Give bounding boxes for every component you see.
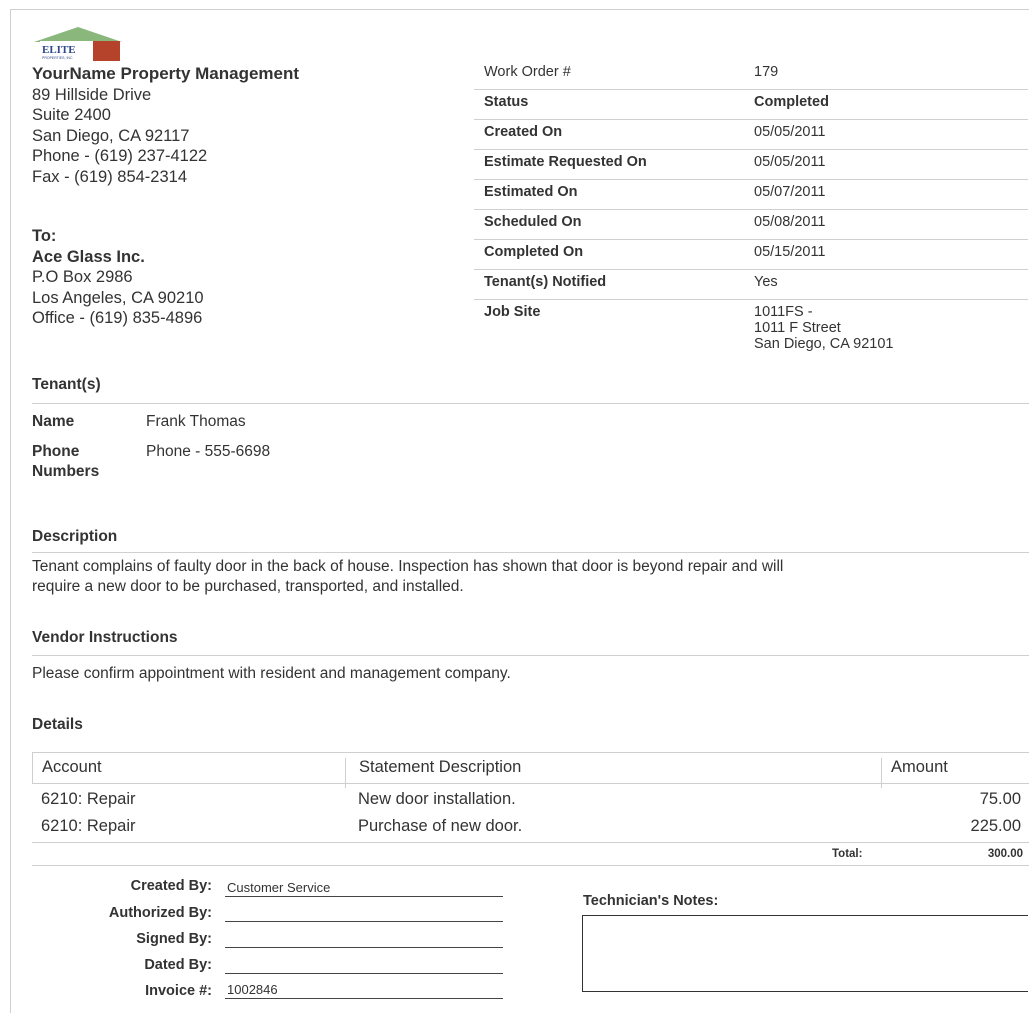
wo-row-number: Work Order # 179 (474, 60, 1028, 90)
wo-row-tenant-notified: Tenant(s) Notified Yes (474, 269, 1028, 300)
wo-label: Job Site (484, 304, 541, 320)
wo-label: Tenant(s) Notified (474, 269, 744, 300)
status-value: Completed (744, 89, 1028, 120)
company-fax: Fax - (619) 854-2314 (32, 167, 188, 186)
authorized-by-field[interactable] (225, 903, 503, 922)
recipient-info: To: Ace Glass Inc. P.O Box 2986 Los Ange… (32, 226, 204, 329)
details-header-row: Account Statement Description Amount (32, 752, 1029, 788)
wo-row-scheduled: Scheduled On 05/08/2011 (474, 209, 1028, 240)
invoice-field[interactable]: 1002846 (225, 980, 503, 999)
tenant-name-value: Frank Thomas (146, 413, 246, 430)
table-row: 6210: Repair New door installation. 75.0… (32, 784, 1029, 811)
logo-graphic: ELITE PROPERTIES, INC (34, 27, 122, 61)
company-info: YourName Property Management 89 Hillside… (32, 64, 299, 187)
description-rule (32, 552, 1029, 553)
recipient-address1: P.O Box 2986 (32, 268, 133, 286)
created-by-field[interactable]: Customer Service (225, 878, 503, 897)
header-amount: Amount (891, 758, 948, 776)
company-address2: Suite 2400 (32, 106, 111, 124)
row-amount: 225.00 (970, 817, 1021, 835)
created-by-label: Created By: (130, 878, 212, 894)
tenant-phone-label-line2: Numbers (32, 463, 100, 480)
to-label: To: (32, 227, 57, 245)
description-title: Description (32, 528, 118, 545)
wo-row-estimated: Estimated On 05/07/2011 (474, 179, 1028, 210)
row-account: 6210: Repair (41, 790, 136, 808)
wo-row-estimate-requested: Estimate Requested On 05/05/2011 (474, 149, 1028, 180)
technician-notes-label: Technician's Notes: (583, 893, 719, 909)
logo-subtext: PROPERTIES, INC (42, 56, 73, 60)
page-border-top (10, 9, 1029, 10)
total-label: Total: (832, 848, 863, 860)
job-site-line1: 1011FS - (754, 304, 813, 320)
wo-label: Status (474, 89, 744, 120)
recipient-city: Los Angeles, CA 90210 (32, 288, 204, 307)
tenants-rule (32, 403, 1029, 404)
tenant-name-label: Name (32, 413, 75, 430)
company-address1: 89 Hillside Drive (32, 85, 152, 104)
wo-label: Work Order # (474, 60, 744, 90)
company-name: YourName Property Management (32, 64, 300, 83)
row-description: New door installation. (358, 790, 516, 808)
wo-value: 179 (744, 60, 1028, 90)
logo-text: ELITE (42, 44, 76, 56)
work-order-table: Work Order # 179 Status Completed Create… (474, 60, 1028, 352)
dated-by-field[interactable] (225, 955, 503, 974)
header-description: Statement Description (359, 758, 522, 776)
tenant-phone-value: Phone - 555-6698 (146, 443, 271, 460)
row-description: Purchase of new door. (358, 817, 523, 835)
vendor-instructions-rule (32, 655, 1029, 656)
tenants-title: Tenant(s) (32, 376, 101, 393)
table-row: 6210: Repair Purchase of new door. 225.0… (32, 811, 1029, 838)
description-text: Tenant complains of faulty door in the b… (32, 557, 783, 597)
vendor-instructions-text: Please confirm appointment with resident… (32, 665, 511, 682)
company-city: San Diego, CA 92117 (32, 126, 190, 145)
signed-by-field[interactable] (225, 929, 503, 948)
authorized-by-label: Authorized By: (108, 905, 212, 921)
row-account: 6210: Repair (41, 817, 136, 835)
job-site-line2: 1011 F Street (754, 320, 841, 336)
wo-value: Yes (744, 269, 1028, 300)
header-account: Account (42, 758, 102, 776)
wo-label: Estimate Requested On (474, 149, 744, 180)
page-border-left (10, 9, 11, 1013)
invoice-label: Invoice #: (145, 983, 212, 999)
wo-value: 05/15/2011 (744, 239, 1028, 270)
vendor-instructions-title: Vendor Instructions (32, 629, 178, 646)
company-phone: Phone - (619) 237-4122 (32, 147, 208, 165)
company-logo: ELITE PROPERTIES, INC (32, 26, 124, 66)
wo-value: 05/08/2011 (744, 209, 1028, 240)
description-line2: require a new door to be purchased, tran… (32, 578, 464, 595)
created-by-value: Customer Service (227, 880, 331, 895)
tenant-phone-label-line1: Phone (32, 443, 80, 460)
wo-row-job-site: Job Site 1011FS - 1011 F Street San Dieg… (474, 300, 1028, 352)
details-table: Account Statement Description Amount 621… (32, 752, 1029, 866)
recipient-name: Ace Glass Inc. (32, 247, 145, 266)
row-amount: 75.00 (979, 790, 1021, 808)
wo-value: 05/07/2011 (744, 179, 1028, 210)
invoice-value: 1002846 (227, 982, 278, 997)
signed-by-label: Signed By: (136, 931, 212, 947)
wo-label: Created On (474, 119, 744, 150)
dated-by-label: Dated By: (144, 957, 212, 973)
details-title: Details (32, 716, 83, 733)
recipient-office: Office - (619) 835-4896 (32, 309, 203, 327)
wo-row-completed: Completed On 05/15/2011 (474, 239, 1028, 270)
tenant-phone-label: Phone Numbers (32, 442, 132, 482)
total-value: 300.00 (987, 848, 1023, 860)
job-site-line3: San Diego, CA 92101 (754, 336, 894, 352)
total-row: Total: 300.00 (32, 843, 1029, 866)
description-line1: Tenant complains of faulty door in the b… (32, 558, 784, 575)
job-site-value: 1011FS - 1011 F Street San Diego, CA 921… (744, 300, 1028, 352)
wo-label: Estimated On (474, 179, 744, 210)
technician-notes-box[interactable] (582, 915, 1028, 992)
wo-row-created: Created On 05/05/2011 (474, 119, 1028, 150)
wo-row-status: Status Completed (474, 89, 1028, 120)
wo-value: 05/05/2011 (744, 149, 1028, 180)
wo-label: Scheduled On (474, 209, 744, 240)
wo-label: Completed On (474, 239, 744, 270)
wo-value: 05/05/2011 (744, 119, 1028, 150)
